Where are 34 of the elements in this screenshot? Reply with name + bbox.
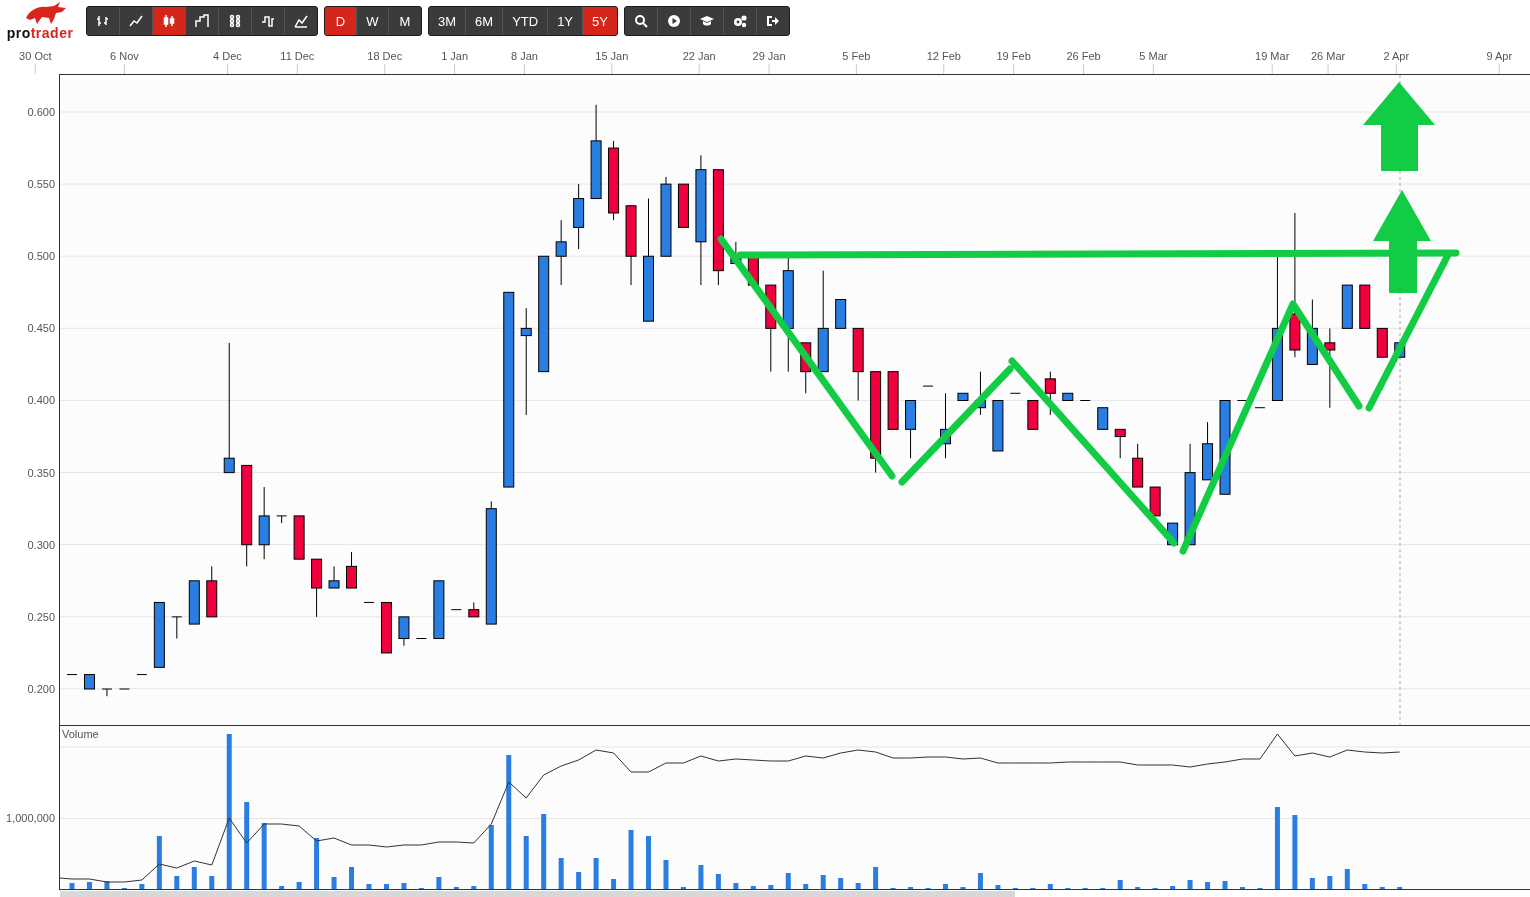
date-axis-label: 12 Feb — [926, 50, 961, 62]
date-axis-label: 8 Jan — [511, 50, 538, 62]
date-axis-label: 19 Feb — [996, 50, 1031, 62]
volume-axis-label: 1,000,000 — [6, 812, 55, 824]
range-button[interactable]: 5Y — [583, 7, 617, 35]
price-axis-label: 0.400 — [27, 394, 55, 407]
price-axis-label: 0.200 — [27, 682, 55, 695]
date-axis-label: 6 Nov — [110, 50, 139, 62]
date-axis-label: 19 Mar — [1255, 50, 1290, 62]
price-axis-label: 0.300 — [27, 538, 55, 551]
price-axis-label: 0.250 — [27, 610, 55, 623]
price-axis-label: 0.600 — [27, 106, 55, 118]
price-axis-label: 0.450 — [27, 322, 55, 335]
price-axis-label: 0.500 — [27, 250, 55, 263]
date-axis-label: 26 Feb — [1066, 50, 1101, 62]
date-axis-label: 1 Jan — [441, 50, 469, 62]
date-axis-label: 4 Dec — [213, 50, 242, 62]
date-axis-label: 11 Dec — [280, 50, 315, 62]
price-axis-label: 0.350 — [27, 466, 55, 479]
date-axis-label: 22 Jan — [682, 50, 716, 62]
interval-button[interactable]: D — [325, 7, 357, 35]
price-axis-label: 0.550 — [27, 178, 55, 191]
range-button[interactable]: 3M — [429, 7, 467, 35]
date-axis-label: 26 Mar — [1310, 50, 1346, 62]
date-axis-label: 9 Apr — [1486, 50, 1513, 62]
date-axis-label: 2 Apr — [1383, 50, 1410, 62]
volume-title: Volume — [62, 728, 99, 740]
date-axis-label: 5 Mar — [1139, 50, 1168, 62]
date-axis-label: 29 Jan — [752, 50, 786, 62]
date-axis-label: 5 Feb — [842, 50, 871, 62]
logo-text: protrader — [6, 26, 74, 40]
date-axis-label: 18 Dec — [367, 50, 403, 62]
date-axis-label: 30 Oct — [19, 50, 52, 62]
date-axis-label: 15 Jan — [595, 50, 629, 62]
